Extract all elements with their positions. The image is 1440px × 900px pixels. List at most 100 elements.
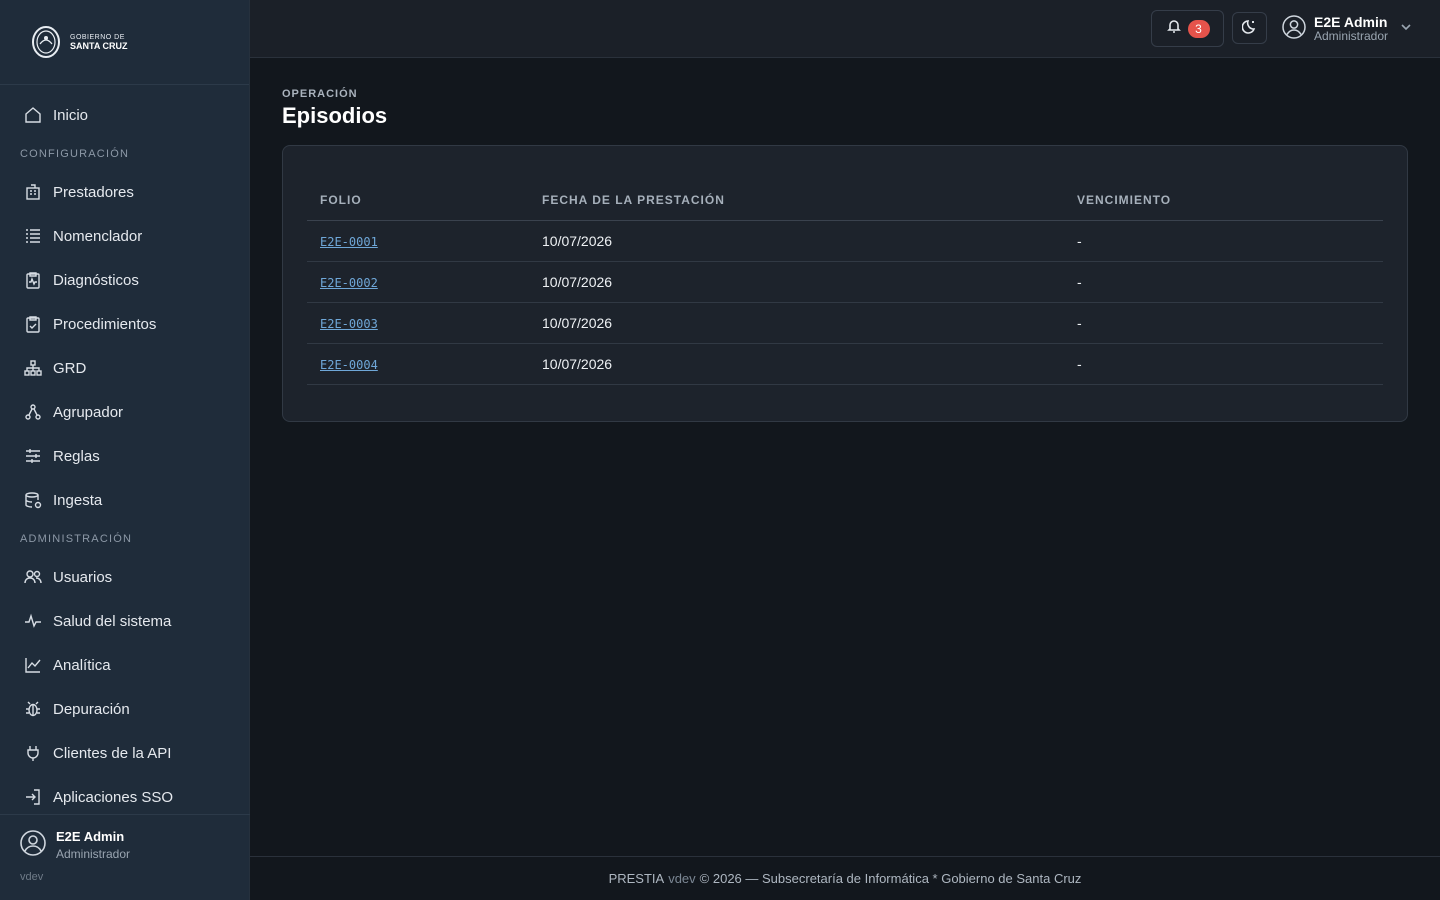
section-configuracion: CONFIGURACIÓN: [20, 147, 130, 160]
clipboard-check-icon: [24, 315, 42, 333]
chevron-down-icon: [1396, 20, 1412, 38]
sidebar-item-label: GRD: [53, 359, 87, 377]
footer-credits: © 2026 — Subsecretaría de Informática * …: [699, 871, 1082, 886]
building-icon: [24, 183, 42, 201]
sliders-icon: [24, 447, 42, 465]
sidebar-item-label: Salud del sistema: [53, 612, 172, 630]
table-row: E2E-0003 10/07/2026 -: [307, 302, 1383, 344]
footer-version: vdev: [668, 871, 696, 886]
avatar-icon: [1282, 14, 1306, 44]
brand-logo[interactable]: GOBIERNO DE SANTA CRUZ: [30, 24, 128, 60]
sidebar-nav: Inicio CONFIGURACIÓN Prestadores Nomencl…: [0, 85, 249, 819]
sidebar-user-role: Administrador: [56, 847, 131, 861]
vencimiento-cell: -: [1064, 220, 1383, 262]
sidebar: GOBIERNO DE SANTA CRUZ Inicio CONFIGURAC…: [0, 0, 250, 900]
sidebar-item-grd[interactable]: GRD: [0, 346, 249, 390]
fecha-cell: 10/07/2026: [529, 261, 1064, 303]
seal-icon: [32, 26, 60, 58]
sidebar-item-salud-del-sistema[interactable]: Salud del sistema: [0, 599, 249, 643]
app: GOBIERNO DE SANTA CRUZ Inicio CONFIGURAC…: [0, 0, 1440, 900]
sidebar-item-procedimientos[interactable]: Procedimientos: [0, 302, 249, 346]
fecha-cell: 10/07/2026: [529, 220, 1064, 262]
sidebar-item-label: Aplicaciones SSO: [53, 788, 174, 806]
table-row: E2E-0001 10/07/2026 -: [307, 220, 1383, 262]
clipboard-pulse-icon: [24, 271, 42, 289]
sidebar-item-label: Depuración: [53, 700, 130, 718]
logo-area: GOBIERNO DE SANTA CRUZ: [0, 0, 249, 85]
folio-link[interactable]: E2E-0004: [320, 358, 378, 372]
bell-icon: [1166, 18, 1182, 39]
logo-line2: SANTA CRUZ: [70, 40, 128, 51]
sidebar-item-label: Diagnósticos: [53, 271, 139, 289]
plug-icon: [24, 744, 42, 762]
table-header-row: FOLIO FECHA DE LA PRESTACIÓN VENCIMIENTO: [307, 180, 1383, 221]
database-icon: [24, 491, 42, 509]
column-header-folio: FOLIO: [307, 180, 529, 221]
table-row: E2E-0002 10/07/2026 -: [307, 261, 1383, 303]
sidebar-user-name: E2E Admin: [56, 829, 125, 844]
topbar: 3 E2E Admin Administrador: [250, 0, 1440, 58]
notifications-badge: 3: [1187, 19, 1210, 38]
topbar-user-name: E2E Admin: [1314, 14, 1388, 31]
user-menu[interactable]: E2E Admin Administrador: [1282, 14, 1412, 44]
topbar-user-role: Administrador: [1314, 29, 1389, 44]
sidebar-item-inicio[interactable]: Inicio: [0, 93, 249, 137]
sidebar-item-usuarios[interactable]: Usuarios: [0, 555, 249, 599]
hierarchy-icon: [24, 359, 42, 377]
sidebar-item-label: Agrupador: [53, 403, 124, 421]
sidebar-item-label: Clientes de la API: [53, 744, 172, 762]
notifications-button[interactable]: 3: [1151, 10, 1224, 47]
sidebar-item-ingesta[interactable]: Ingesta: [0, 478, 249, 522]
sidebar-item-label: Procedimientos: [53, 315, 157, 333]
sidebar-user[interactable]: E2E Admin Administrador vdev: [0, 814, 250, 900]
bug-icon: [24, 700, 42, 718]
page-title: Episodios: [282, 103, 388, 128]
sidebar-item-agrupador[interactable]: Agrupador: [0, 390, 249, 434]
sidebar-item-label: Inicio: [53, 106, 89, 124]
folio-link[interactable]: E2E-0003: [320, 317, 378, 331]
nodes-icon: [24, 403, 42, 421]
footer-product: PRESTIA: [608, 871, 665, 886]
logo-line1: GOBIERNO DE: [70, 33, 125, 41]
vencimiento-cell: -: [1064, 261, 1383, 303]
vencimiento-cell: -: [1064, 302, 1383, 344]
sidebar-item-clientes-api[interactable]: Clientes de la API: [0, 731, 249, 775]
sidebar-item-reglas[interactable]: Reglas: [0, 434, 249, 478]
chart-line-icon: [24, 656, 42, 674]
app-version: vdev: [20, 871, 44, 883]
footer: PRESTIA vdev © 2026 — Subsecretaría de I…: [250, 856, 1440, 900]
fecha-cell: 10/07/2026: [529, 343, 1064, 385]
sidebar-item-label: Reglas: [53, 447, 100, 465]
sidebar-item-label: Nomenclador: [53, 227, 143, 245]
main-content: OPERACIÓN Episodios FOLIO FECHA DE LA PR…: [250, 58, 1440, 856]
sidebar-item-nomenclador[interactable]: Nomenclador: [0, 214, 249, 258]
sidebar-item-label: Analítica: [53, 656, 111, 674]
fecha-cell: 10/07/2026: [529, 302, 1064, 344]
episodes-table: FOLIO FECHA DE LA PRESTACIÓN VENCIMIENTO…: [307, 180, 1383, 385]
table-row: E2E-0004 10/07/2026 -: [307, 343, 1383, 385]
home-icon: [24, 106, 42, 124]
vencimiento-cell: -: [1064, 343, 1383, 385]
users-icon: [24, 568, 42, 586]
sidebar-item-analitica[interactable]: Analítica: [0, 643, 249, 687]
sidebar-item-aplicaciones-sso[interactable]: Aplicaciones SSO: [0, 775, 249, 819]
folio-link[interactable]: E2E-0001: [320, 235, 378, 249]
column-header-fecha: FECHA DE LA PRESTACIÓN: [529, 180, 1064, 221]
sidebar-item-prestadores[interactable]: Prestadores: [0, 170, 249, 214]
episodes-card: FOLIO FECHA DE LA PRESTACIÓN VENCIMIENTO…: [282, 145, 1408, 422]
sidebar-item-diagnosticos[interactable]: Diagnósticos: [0, 258, 249, 302]
page-eyebrow: OPERACIÓN: [282, 88, 358, 100]
pulse-icon: [24, 612, 42, 630]
sidebar-item-label: Prestadores: [53, 183, 134, 201]
list-icon: [24, 227, 42, 245]
section-administracion: ADMINISTRACIÓN: [20, 532, 133, 545]
theme-toggle-button[interactable]: [1232, 12, 1267, 44]
folio-link[interactable]: E2E-0002: [320, 276, 378, 290]
sidebar-item-depuracion[interactable]: Depuración: [0, 687, 249, 731]
sidebar-item-label: Ingesta: [53, 491, 103, 509]
sign-in-icon: [24, 788, 42, 806]
avatar-icon: [20, 829, 46, 861]
sidebar-item-label: Usuarios: [53, 568, 113, 586]
column-header-vencimiento: VENCIMIENTO: [1064, 180, 1383, 221]
moon-icon: [1241, 18, 1258, 39]
